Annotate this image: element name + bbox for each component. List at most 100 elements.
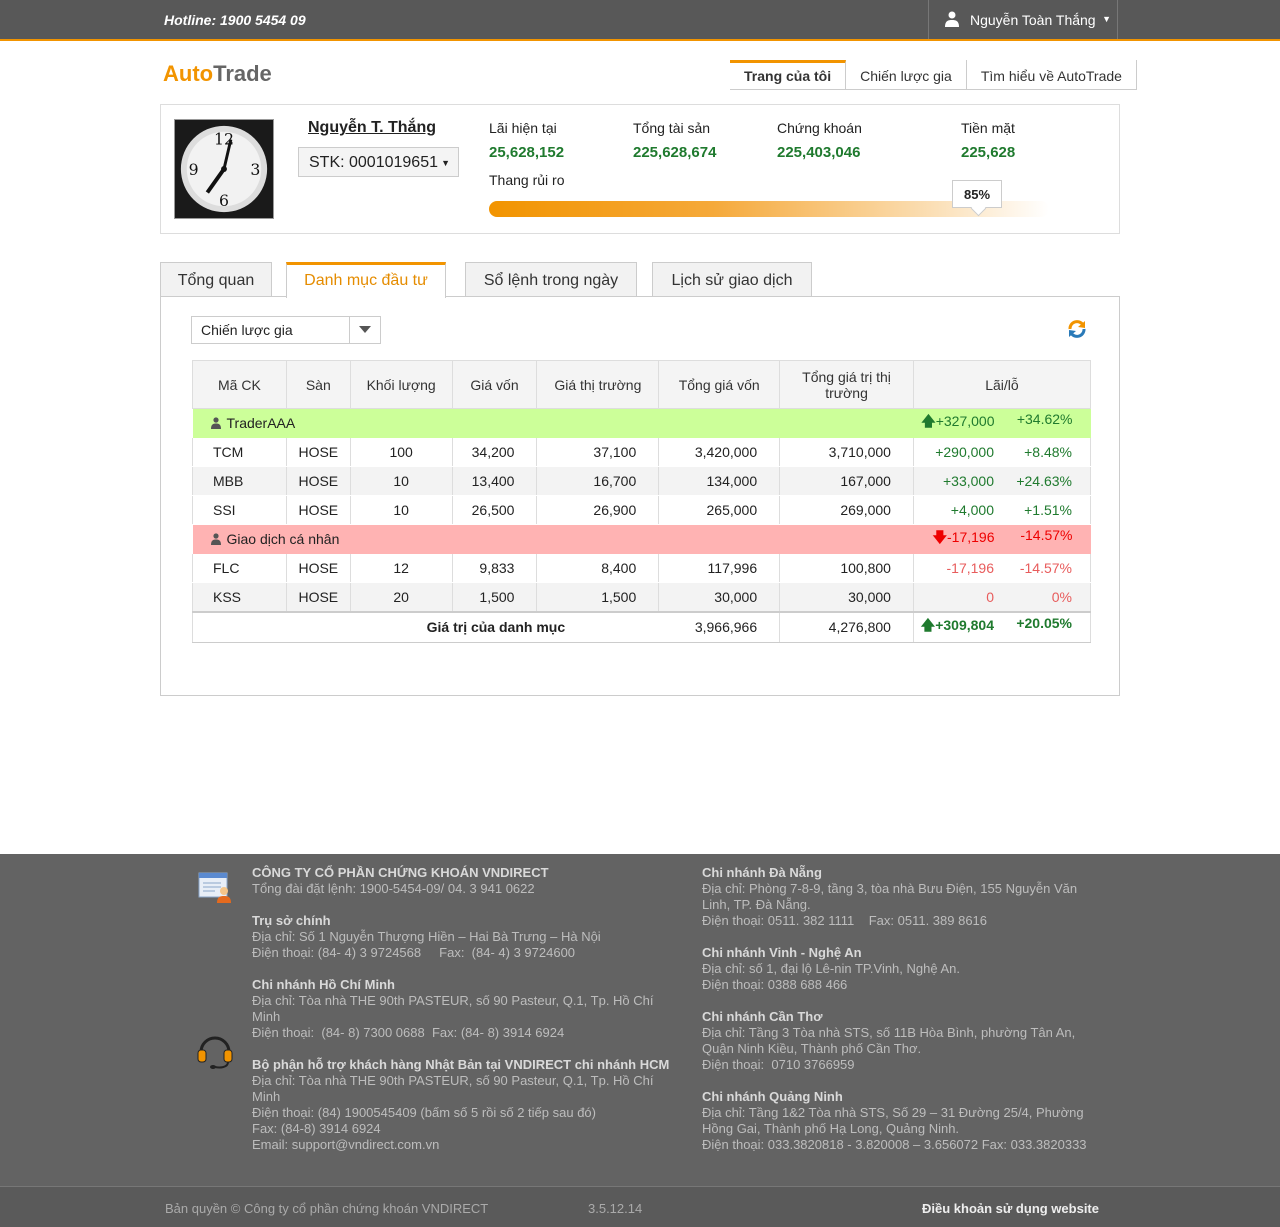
- strategy-select-value: Chiến lược gia: [201, 322, 293, 338]
- risk-percent-badge: 85%: [952, 180, 1002, 208]
- cell-profit: 0: [986, 588, 994, 605]
- cell-market: 37,100: [536, 437, 660, 467]
- version: 3.5.12.14: [588, 1201, 643, 1216]
- jp-support-phone: Điện thoại: (84) 1900545409 (bấm số 5 rồ…: [252, 1105, 596, 1120]
- user-menu[interactable]: Nguyễn Toàn Thắng ▼: [928, 0, 1118, 39]
- hq-title: Trụ sở chính: [252, 913, 331, 928]
- cell-total-market: 167,000: [779, 466, 914, 496]
- portfolio-table: Mã CK Sàn Khối lượng Giá vốn Giá thị trư…: [191, 360, 1092, 643]
- nav-my-page[interactable]: Trang của tôi: [730, 60, 847, 89]
- hcm-phone: Điện thoại: (84- 8) 7300 0688 Fax: (84- …: [252, 1025, 565, 1040]
- hotline: Hotline: 1900 5454 09: [164, 12, 306, 28]
- stat-value: 225,628: [961, 144, 1016, 161]
- group-row-personal[interactable]: Giao dịch cá nhân 🡇-17,196 -14.57%: [192, 524, 1091, 554]
- account-holder-name[interactable]: Nguyễn T. Thắng: [308, 119, 436, 137]
- nav-about[interactable]: Tìm hiểu về AutoTrade: [967, 60, 1137, 89]
- col-header-total-market[interactable]: Tổng giá trị thị trường: [779, 360, 914, 409]
- hq-address: Địa chỉ: Số 1 Nguyễn Thượng Hiền – Hai B…: [252, 929, 601, 944]
- strategy-select[interactable]: Chiến lược gia: [191, 316, 381, 344]
- cell-code: FLC: [192, 553, 287, 583]
- col-header-code[interactable]: Mã CK: [192, 360, 287, 409]
- headset-icon: [197, 1036, 233, 1069]
- table-row[interactable]: KSS HOSE 20 1,500 1,500 30,000 30,000 0 0…: [192, 582, 1092, 612]
- total-cost: 3,966,966: [658, 610, 781, 643]
- logo-trade: Trade: [213, 61, 272, 86]
- group-profit-pct: +34.62%: [1016, 411, 1073, 428]
- account-number-value: STK: 0001019651: [309, 154, 438, 171]
- tab-daily-orders[interactable]: Sổ lệnh trong ngày: [465, 262, 637, 297]
- select-divider: [349, 317, 350, 343]
- nav-strategists[interactable]: Chiến lược gia: [846, 60, 967, 89]
- cell-quantity: 20: [349, 582, 453, 612]
- cell-total-cost: 3,420,000: [658, 437, 781, 467]
- cell-exchange: HOSE: [285, 437, 351, 467]
- terms-link[interactable]: Điều khoản sử dụng website: [922, 1201, 1099, 1216]
- cell-exchange: HOSE: [285, 553, 351, 583]
- cantho-title: Chi nhánh Cần Thơ: [702, 1009, 823, 1024]
- cell-exchange: HOSE: [285, 582, 351, 612]
- arrow-up-icon: 🡅: [921, 413, 936, 430]
- cell-profit: -17,196: [946, 559, 994, 576]
- person-icon: [210, 533, 221, 546]
- contact-card-icon: [198, 872, 231, 903]
- col-header-quantity[interactable]: Khối lượng: [349, 360, 453, 409]
- jp-support-address: Địa chỉ: Tòa nhà THE 90th PASTEUR, số 90…: [252, 1073, 654, 1104]
- tab-trade-history[interactable]: Lịch sử giao dịch: [652, 262, 812, 297]
- table-row[interactable]: FLC HOSE 12 9,833 8,400 117,996 100,800 …: [192, 553, 1092, 583]
- jp-support-email[interactable]: Email: support@vndirect.com.vn: [252, 1137, 672, 1153]
- group-name: Giao dịch cá nhân: [226, 531, 340, 548]
- cell-cost: 34,200: [451, 437, 538, 467]
- tab-portfolio[interactable]: Danh mục đầu tư: [286, 262, 446, 298]
- account-summary: 12 3 6 9 Nguyễn T. Thắng STK: 0001019651…: [160, 104, 1120, 234]
- col-header-cost-price[interactable]: Giá vốn: [451, 360, 538, 409]
- main-nav: Trang của tôi Chiến lược gia Tìm hiểu về…: [730, 60, 1137, 90]
- stat-value: 25,628,152: [489, 144, 565, 161]
- cell-profit: +33,000: [943, 473, 994, 489]
- stat-value: 225,403,046: [777, 144, 861, 161]
- stat-current-profit: Lãi hiện tại 25,628,152: [489, 120, 564, 161]
- cell-total-market: 269,000: [779, 495, 914, 525]
- group-profit-value: +327,000: [935, 413, 995, 430]
- col-header-exchange[interactable]: Sàn: [285, 360, 351, 409]
- portfolio-panel: Chiến lược gia Mã CK Sàn Khối lượng Giá …: [160, 296, 1120, 696]
- danang-title: Chi nhánh Đà Nẵng: [702, 865, 822, 880]
- arrow-down-icon: 🡇: [932, 529, 948, 546]
- tab-overview[interactable]: Tổng quan: [160, 262, 272, 297]
- stat-label: Lãi hiện tại: [489, 120, 557, 136]
- quangninh-title: Chi nhánh Quảng Ninh: [702, 1089, 843, 1104]
- cantho-phone: Điện thoại: 0710 3766959: [702, 1057, 855, 1072]
- table-row[interactable]: MBB HOSE 10 13,400 16,700 134,000 167,00…: [192, 466, 1092, 496]
- logo[interactable]: AutoTrade: [163, 61, 272, 87]
- account-number-select[interactable]: STK: 0001019651 ▼: [298, 147, 459, 177]
- user-icon: [945, 11, 959, 27]
- cell-profit-pct: +1.51%: [1024, 502, 1072, 518]
- table-row[interactable]: TCM HOSE 100 34,200 37,100 3,420,000 3,7…: [192, 437, 1092, 467]
- group-profit: 🡇-17,196: [933, 527, 995, 551]
- cell-code: KSS: [192, 582, 287, 612]
- cell-total-cost: 134,000: [658, 466, 781, 496]
- cell-total-cost: 117,996: [658, 553, 781, 583]
- cell-total-market: 100,800: [779, 553, 914, 583]
- cell-total-cost: 265,000: [658, 495, 781, 525]
- company-phone: Tổng đài đặt lệnh: 1900-5454-09/ 04. 3 9…: [252, 881, 535, 896]
- user-name: Nguyễn Toàn Thắng: [970, 12, 1096, 28]
- col-header-total-cost[interactable]: Tổng giá vốn: [658, 360, 781, 409]
- cell-profit-pct: +24.63%: [1016, 473, 1072, 489]
- col-header-profit-loss[interactable]: Lãi/lỗ: [912, 360, 1092, 409]
- group-name: TraderAAA: [226, 415, 296, 432]
- person-icon: [210, 417, 221, 430]
- cell-exchange: HOSE: [285, 495, 351, 525]
- table-total-row: Giá trị của danh mục 3,966,966 4,276,800…: [191, 610, 1092, 643]
- group-row-traderaaa[interactable]: TraderAAA 🡅+327,000 +34.62%: [192, 408, 1091, 438]
- col-header-market-price[interactable]: Giá thị trường: [536, 360, 660, 409]
- stat-cash: Tiền mặt 225,628: [961, 120, 1015, 161]
- cell-code: MBB: [192, 466, 287, 496]
- cell-total-market: 3,710,000: [779, 437, 914, 467]
- hcm-title: Chi nhánh Hồ Chí Minh: [252, 977, 395, 992]
- jp-support-title: Bộ phận hỗ trợ khách hàng Nhật Bản tại V…: [252, 1057, 670, 1072]
- cell-quantity: 100: [349, 437, 453, 467]
- cantho-address: Địa chỉ: Tầng 3 Tòa nhà STS, số 11B Hòa …: [702, 1025, 1076, 1056]
- refresh-icon[interactable]: [1066, 318, 1088, 340]
- table-row[interactable]: SSI HOSE 10 26,500 26,900 265,000 269,00…: [192, 495, 1092, 525]
- cell-total-cost: 30,000: [658, 582, 781, 612]
